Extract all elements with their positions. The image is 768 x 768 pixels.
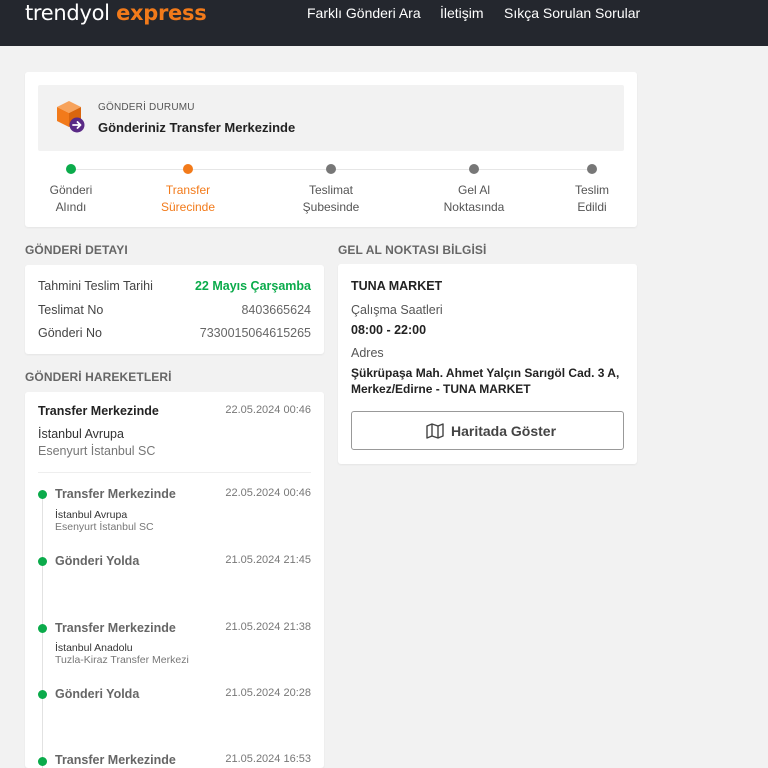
- pickup-point-name: TUNA MARKET: [351, 279, 443, 293]
- shipment-movements-card: Transfer Merkezinde 22.05.2024 00:46 İst…: [25, 392, 324, 768]
- event-title: Transfer Merkezinde: [55, 487, 176, 501]
- step-dot-transfer: [183, 164, 193, 174]
- detail-row-delivery-no: Teslimat No 8403665624: [38, 303, 311, 317]
- step-label-transfer: Transfer Sürecinde: [160, 183, 216, 214]
- event-title: Transfer Merkezinde: [55, 753, 176, 767]
- event-date: 21.05.2024 16:53: [225, 753, 311, 765]
- latest-move-title: Transfer Merkezinde: [38, 404, 159, 418]
- event-title: Gönderi Yolda: [55, 687, 140, 701]
- step-label-pickup-point: Gel Al Noktasında: [443, 183, 505, 214]
- show-on-map-button[interactable]: Haritada Göster: [351, 411, 624, 450]
- event-date: 21.05.2024 21:45: [225, 554, 311, 566]
- step-label-branch: Teslimat Şubesinde: [302, 183, 360, 214]
- latest-move-hub: Esenyurt İstanbul SC: [38, 444, 156, 458]
- top-navbar: trendyol express Farklı Gönderi Ara İlet…: [0, 0, 768, 46]
- address-value: Şükrüpaşa Mah. Ahmet Yalçın Sarıgöl Cad.…: [351, 366, 620, 396]
- event-date: 21.05.2024 21:38: [225, 621, 311, 633]
- timeline-dot: [38, 557, 47, 566]
- event-title: Transfer Merkezinde: [55, 621, 176, 635]
- event-date: 21.05.2024 20:28: [225, 687, 311, 699]
- map-icon: [426, 423, 444, 439]
- latest-move-city: İstanbul Avrupa: [38, 427, 124, 441]
- latest-move-date: 22.05.2024 00:46: [225, 404, 311, 416]
- event-title: Gönderi Yolda: [55, 554, 140, 568]
- step-label-received: Gönderi Alındı: [49, 183, 93, 214]
- status-banner: GÖNDERİ DURUMU Gönderiniz Transfer Merke…: [38, 85, 624, 151]
- event-hub: Tuzla-Kiraz Transfer Merkezi: [55, 654, 189, 666]
- timeline-dot: [38, 490, 47, 499]
- address-label: Adres: [351, 346, 384, 360]
- shipment-status-card: GÖNDERİ DURUMU Gönderiniz Transfer Merke…: [25, 72, 637, 227]
- event-date: 22.05.2024 00:46: [225, 487, 311, 499]
- event-hub: Esenyurt İstanbul SC: [55, 521, 154, 533]
- detail-section-title: GÖNDERİ DETAYI: [25, 243, 128, 257]
- trendyol-express-logo[interactable]: trendyol express: [25, 1, 207, 25]
- timeline-dot: [38, 690, 47, 699]
- timeline-dot: [38, 624, 47, 633]
- step-dot-pickup-point: [469, 164, 479, 174]
- status-title: Gönderiniz Transfer Merkezinde: [98, 120, 296, 135]
- working-hours-label: Çalışma Saatleri: [351, 303, 443, 317]
- pickup-section-title: GEL AL NOKTASI BİLGİSİ: [338, 243, 487, 257]
- detail-row-shipment-no: Gönderi No 7330015064615265: [38, 326, 311, 340]
- package-arrow-icon: [57, 101, 85, 133]
- timeline-dot: [38, 757, 47, 766]
- step-dot-branch: [326, 164, 336, 174]
- pickup-point-card: TUNA MARKET Çalışma Saatleri 08:00 - 22:…: [338, 264, 637, 464]
- step-label-delivered: Teslim Edildi: [574, 183, 609, 214]
- nav-link-contact[interactable]: İletişim: [440, 5, 484, 21]
- detail-row-estimated-date: Tahmini Teslim Tarihi 22 Mayıs Çarşamba: [38, 279, 311, 293]
- nav-link-search-other[interactable]: Farklı Gönderi Ara: [307, 5, 421, 21]
- step-dot-received: [66, 164, 76, 174]
- show-on-map-label: Haritada Göster: [451, 423, 557, 439]
- event-city: İstanbul Avrupa: [55, 509, 128, 521]
- step-dot-delivered: [587, 164, 597, 174]
- nav-link-faq[interactable]: Sıkça Sorulan Sorular: [504, 5, 640, 21]
- event-city: İstanbul Anadolu: [55, 642, 133, 654]
- divider: [38, 472, 311, 473]
- shipment-detail-card: Tahmini Teslim Tarihi 22 Mayıs Çarşamba …: [25, 265, 324, 354]
- working-hours-value: 08:00 - 22:00: [351, 323, 427, 337]
- moves-section-title: GÖNDERİ HAREKETLERİ: [25, 370, 172, 384]
- status-label: GÖNDERİ DURUMU: [98, 102, 195, 113]
